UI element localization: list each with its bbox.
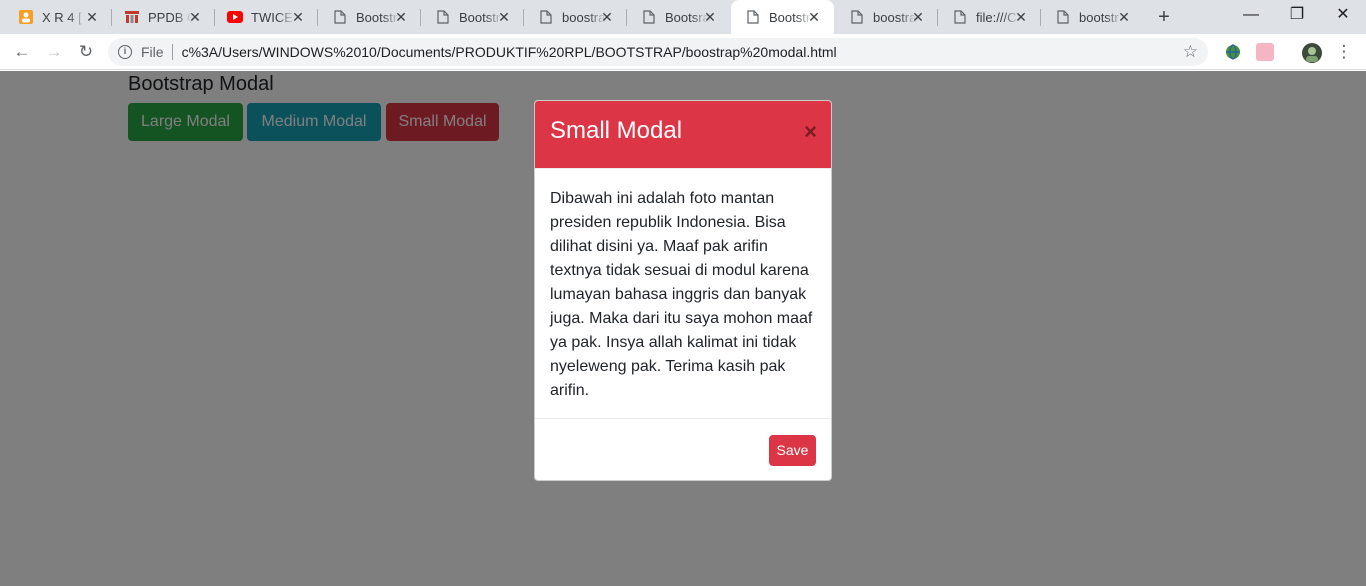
close-tab-icon[interactable]: ✕ xyxy=(910,9,926,25)
page-icon xyxy=(1055,9,1071,25)
tab-title: PPDB C xyxy=(148,9,192,25)
new-tab-plus-icon[interactable]: + xyxy=(1151,5,1177,29)
address-url[interactable]: c%3A/Users/WINDOWS%2010/Documents/PRODUK… xyxy=(182,44,837,60)
tab-0[interactable]: X R 4 [ ✕ xyxy=(0,0,112,34)
tab-7-active[interactable]: Bootstr ✕ xyxy=(731,0,834,34)
tab-1[interactable]: PPDB C ✕ xyxy=(112,0,215,34)
tab-8[interactable]: boostra ✕ xyxy=(835,0,938,34)
close-tab-icon[interactable]: ✕ xyxy=(1013,9,1029,25)
youtube-icon xyxy=(227,9,243,25)
tab-3[interactable]: Bootstr ✕ xyxy=(318,0,421,34)
close-tab-icon[interactable]: ✕ xyxy=(1116,9,1132,25)
modal-body-text: Dibawah ini adalah foto mantan presiden … xyxy=(550,190,813,399)
close-tab-icon[interactable]: ✕ xyxy=(290,9,306,25)
page-icon xyxy=(641,9,657,25)
avatar[interactable] xyxy=(1302,43,1322,63)
close-tab-icon[interactable]: ✕ xyxy=(599,9,615,25)
school-logo-icon xyxy=(124,9,140,25)
close-tab-icon[interactable]: ✕ xyxy=(806,9,822,25)
page-icon xyxy=(745,9,761,25)
address-bar[interactable]: i File c%3A/Users/WINDOWS%2010/Documents… xyxy=(108,38,1208,66)
small-modal: Small Modal × Dibawah ini adalah foto ma… xyxy=(534,100,832,481)
page-viewport: Bootstrap Modal Large Modal Medium Modal… xyxy=(0,71,1366,586)
orange-person-icon xyxy=(18,9,34,25)
modal-header: Small Modal × xyxy=(535,101,831,169)
page-icon xyxy=(332,9,348,25)
tab-title: TWICE xyxy=(251,9,293,25)
tab-6[interactable]: Bootsra ✕ xyxy=(627,0,730,34)
info-icon[interactable]: i xyxy=(118,45,132,59)
window-close-icon[interactable]: ✕ xyxy=(1320,0,1366,30)
reload-icon[interactable]: ↻ xyxy=(74,40,98,64)
restore-icon[interactable]: ❐ xyxy=(1274,0,1320,30)
bookmark-star-icon[interactable]: ☆ xyxy=(1183,42,1198,62)
page-icon xyxy=(435,9,451,25)
close-tab-icon[interactable]: ✕ xyxy=(393,9,409,25)
tab-title: X R 4 [ xyxy=(42,9,82,25)
close-tab-icon[interactable]: ✕ xyxy=(84,9,100,25)
tab-2[interactable]: TWICE ✕ xyxy=(215,0,318,34)
menu-kebab-icon[interactable]: ⋮ xyxy=(1332,40,1356,64)
page-icon xyxy=(849,9,865,25)
minimize-icon[interactable]: — xyxy=(1228,0,1274,30)
modal-title: Small Modal xyxy=(550,117,683,144)
extension-icon[interactable] xyxy=(1256,43,1274,61)
save-button[interactable]: Save xyxy=(769,435,816,466)
browser-toolbar: ← → ↻ i File c%3A/Users/WINDOWS%2010/Doc… xyxy=(0,34,1366,70)
tab-4[interactable]: Bootstr ✕ xyxy=(421,0,524,34)
browser-tab-strip: X R 4 [ ✕ PPDB C ✕ TWICE ✕ Bootstr ✕ Boo… xyxy=(0,0,1366,34)
address-scheme: File xyxy=(141,44,164,60)
tab-10[interactable]: bootstr ✕ xyxy=(1041,0,1144,34)
close-tab-icon[interactable]: ✕ xyxy=(496,9,512,25)
close-tab-icon[interactable]: ✕ xyxy=(187,9,203,25)
tab-9[interactable]: file:///C ✕ xyxy=(938,0,1041,34)
page-icon xyxy=(538,9,554,25)
page-icon xyxy=(952,9,968,25)
forward-arrow-icon[interactable]: → xyxy=(42,40,66,64)
close-icon[interactable]: × xyxy=(804,120,817,144)
modal-footer: Save xyxy=(535,418,831,480)
tab-5[interactable]: boostra ✕ xyxy=(524,0,627,34)
close-tab-icon[interactable]: ✕ xyxy=(702,9,718,25)
back-arrow-icon[interactable]: ← xyxy=(10,40,34,64)
globe-extension-icon[interactable] xyxy=(1224,43,1242,61)
